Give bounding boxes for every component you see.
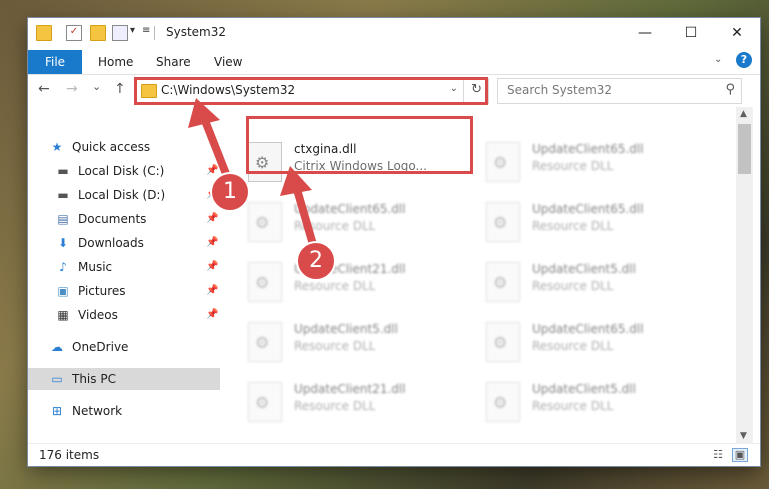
arrow-1-head [188,98,220,128]
arrow-2-head [280,166,312,196]
arrow-2-shaft [292,182,318,252]
step-2-callout: 2 [296,241,336,281]
annotation-arrows [188,98,318,252]
step-1-callout: 1 [210,172,250,212]
